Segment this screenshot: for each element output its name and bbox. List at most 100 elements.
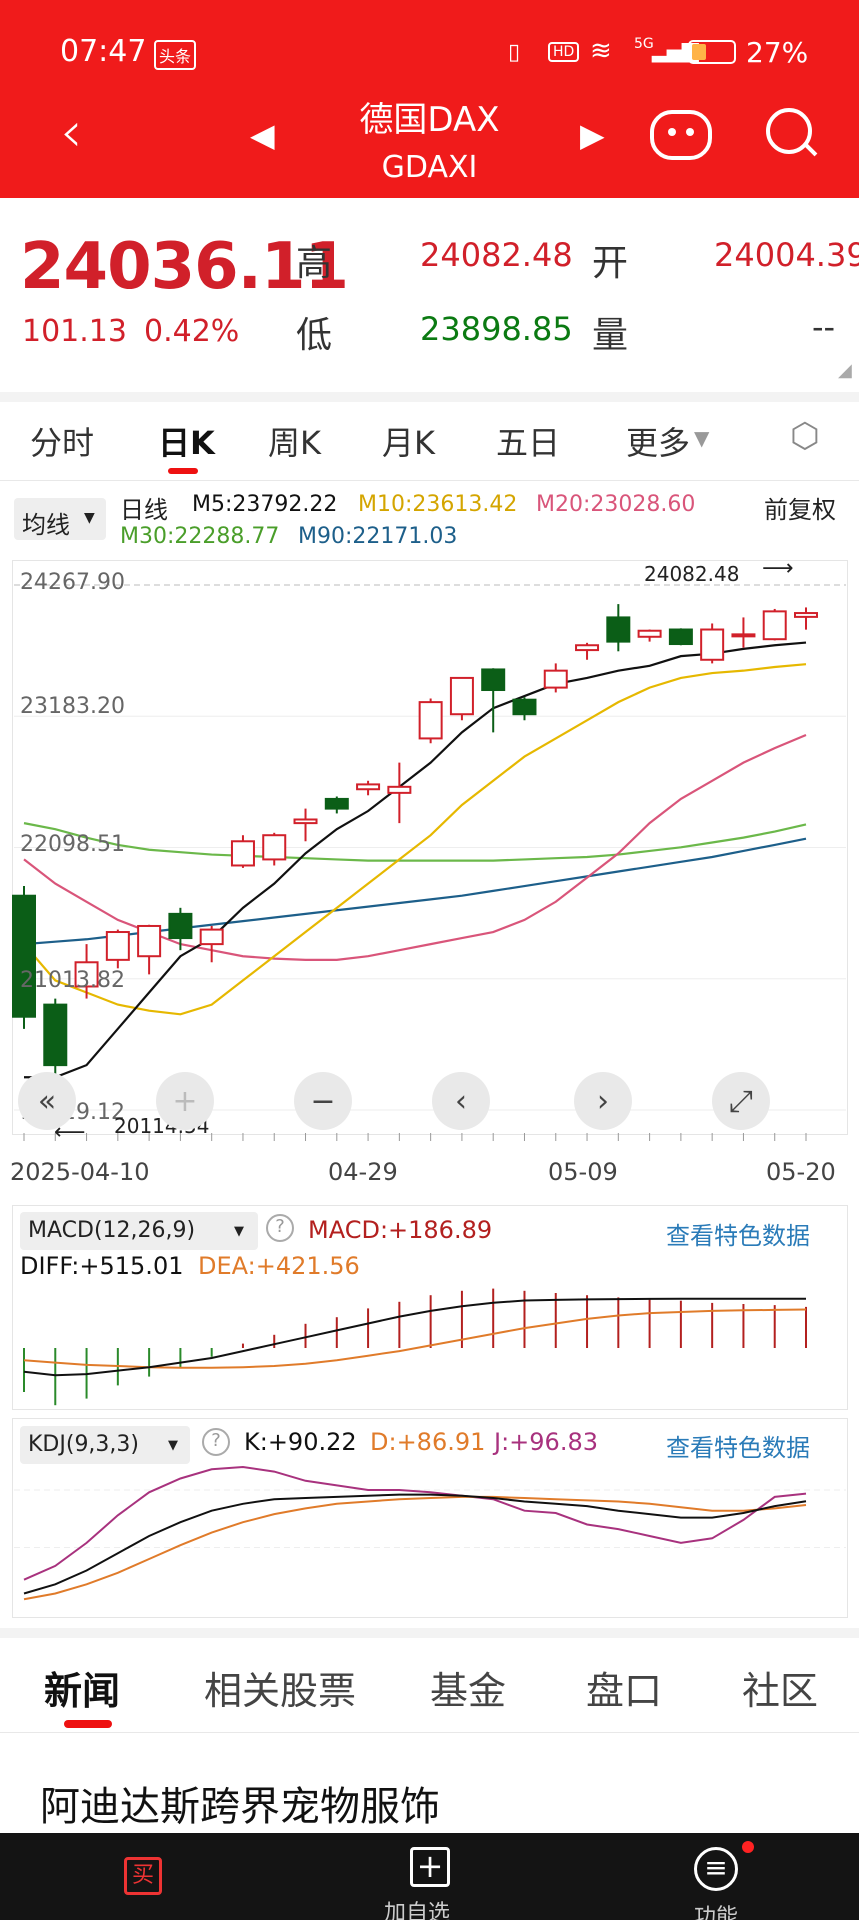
diff-line [23, 1297, 807, 1377]
max-arrow-icon: ⟶ [762, 556, 794, 581]
x-date-label: 05-09 [548, 1158, 618, 1186]
macd-dea-value: DEA:+421.56 [198, 1252, 360, 1280]
candle-body [168, 912, 193, 940]
tab-five-day[interactable]: 五日 [496, 418, 560, 464]
low-value: 23898.85 [420, 310, 573, 348]
page-title: 德国DAX [359, 100, 500, 140]
price-adjust-toggle[interactable]: 前复权 [764, 490, 836, 525]
active-tab-indicator [168, 468, 198, 474]
expand-corner-icon[interactable]: ◢ [838, 360, 852, 381]
candle-body [449, 676, 474, 716]
next-index-icon[interactable]: ▶ [580, 116, 605, 154]
y-tick-label: 22098.51 [20, 832, 125, 857]
ma-toggle-button[interactable]: 均线 ▼ [14, 498, 106, 540]
tab-daily-k[interactable]: 日K [158, 418, 215, 464]
divider [0, 1732, 859, 1733]
candle-body [762, 610, 787, 641]
tab-news[interactable]: 新闻 [44, 1660, 120, 1715]
kdj-d-value: D:+86.91 [370, 1428, 486, 1456]
ma-toggle-label: 均线 [22, 511, 70, 539]
candle-body [668, 628, 693, 646]
zoom-out-button[interactable]: − [294, 1072, 352, 1130]
chevron-left-icon: ‹ [455, 1083, 467, 1119]
active-tab-indicator [64, 1720, 112, 1728]
y-tick-label: 23183.20 [20, 694, 125, 719]
x-date-label: 2025-04-10 [10, 1158, 150, 1186]
scroll-right-button[interactable]: › [574, 1072, 632, 1130]
zoom-in-button[interactable]: + [156, 1072, 214, 1130]
rewind-button[interactable]: « [18, 1072, 76, 1130]
tab-more[interactable]: 更多 [626, 418, 690, 464]
tab-monthly-k[interactable]: 月K [382, 418, 435, 464]
search-icon[interactable] [766, 108, 818, 157]
function-label[interactable]: 功能 [694, 1899, 738, 1920]
divider [0, 392, 859, 402]
ma30-value: M30:22288.77 [120, 524, 280, 549]
app-header: ‹ ◀ 德国DAX GDAXI ▶ [0, 86, 859, 198]
tab-related-stocks[interactable]: 相关股票 [204, 1660, 356, 1715]
high-label: 高 [296, 243, 333, 284]
kdj-j-value: J:+96.83 [494, 1428, 598, 1456]
macd-value: MACD:+186.89 [308, 1216, 493, 1244]
low-label: 低 [296, 315, 333, 356]
chevron-right-icon: › [597, 1083, 609, 1119]
tab-funds[interactable]: 基金 [430, 1660, 506, 1715]
volume-label: 量 [592, 315, 629, 356]
buy-button[interactable]: 买 [124, 1857, 162, 1895]
tab-intraday[interactable]: 分时 [30, 418, 94, 464]
kdj-k-value: K:+90.22 [244, 1428, 357, 1456]
candle-body [356, 783, 381, 791]
menu-icon[interactable]: ≡ [694, 1847, 738, 1891]
price-change: 101.13 [22, 314, 127, 349]
robot-assistant-icon[interactable] [650, 110, 712, 160]
vibrate-icon: ▯ [508, 40, 521, 65]
candle-body [512, 698, 537, 716]
wifi-icon: ≋ [590, 36, 612, 66]
y-tick-label: 24267.90 [20, 570, 125, 595]
tab-order-book[interactable]: 盘口 [586, 1660, 662, 1715]
max-price-label: 24082.48 [644, 562, 740, 586]
candlestick-chart[interactable] [0, 555, 859, 1145]
settings-hexagon-icon[interactable]: ⬡ [790, 416, 820, 456]
page-subtitle: GDAXI [381, 150, 478, 185]
status-time: 07:47 [60, 34, 147, 69]
candle-body [105, 931, 130, 961]
minus-icon: − [310, 1083, 336, 1119]
macd-label: MACD(12,26,9) [28, 1218, 196, 1243]
add-watchlist-label[interactable]: 加自选 [384, 1895, 450, 1920]
macd-diff-value: DIFF:+515.01 [20, 1252, 184, 1280]
candle-body [324, 797, 349, 810]
x-date-label: 05-20 [766, 1158, 836, 1186]
status-bar: 07:47 头条 ▯ HD ≋ 5G ▂▄▆ 27% [0, 0, 859, 100]
divider [0, 1628, 859, 1638]
period-tabs: 分时 日K 周K 月K 五日 更多 ▼ ⬡ [0, 402, 859, 480]
high-value: 24082.48 [420, 236, 573, 274]
candle-body [230, 840, 255, 867]
tab-weekly-k[interactable]: 周K [268, 418, 321, 464]
help-icon[interactable]: ? [202, 1428, 230, 1456]
help-icon[interactable]: ? [266, 1214, 294, 1242]
add-watchlist-icon[interactable]: + [410, 1847, 450, 1887]
ma10-value: M10:23613.42 [358, 492, 518, 517]
news-headline[interactable]: 阿迪达斯跨界宠物服饰 [40, 1774, 440, 1832]
macd-indicator-selector[interactable]: MACD(12,26,9) ▼ [20, 1212, 258, 1250]
candle-body [293, 818, 318, 825]
dea-line [23, 1308, 807, 1369]
chevron-down-icon: ▼ [694, 426, 710, 450]
notification-dot [742, 1841, 754, 1853]
candle-body [12, 894, 36, 1018]
status-app-badge: 头条 [154, 40, 197, 70]
ma30-line [23, 822, 807, 862]
open-label: 开 [592, 243, 629, 284]
fullscreen-button[interactable]: ⤢ [712, 1072, 770, 1130]
macd-feature-data-link[interactable]: 查看特色数据 [666, 1216, 810, 1251]
candle-body [575, 644, 600, 652]
chevron-down-icon: ▼ [168, 1438, 178, 1453]
tab-community[interactable]: 社区 [742, 1660, 818, 1715]
scroll-left-button[interactable]: ‹ [432, 1072, 490, 1130]
ma20-value: M20:23028.60 [536, 492, 696, 517]
ma90-value: M90:22171.03 [298, 524, 458, 549]
bottom-nav: 买 + 加自选 ≡ 功能 [0, 1833, 859, 1920]
divider [0, 480, 859, 481]
open-value: 24004.39 [714, 236, 859, 274]
